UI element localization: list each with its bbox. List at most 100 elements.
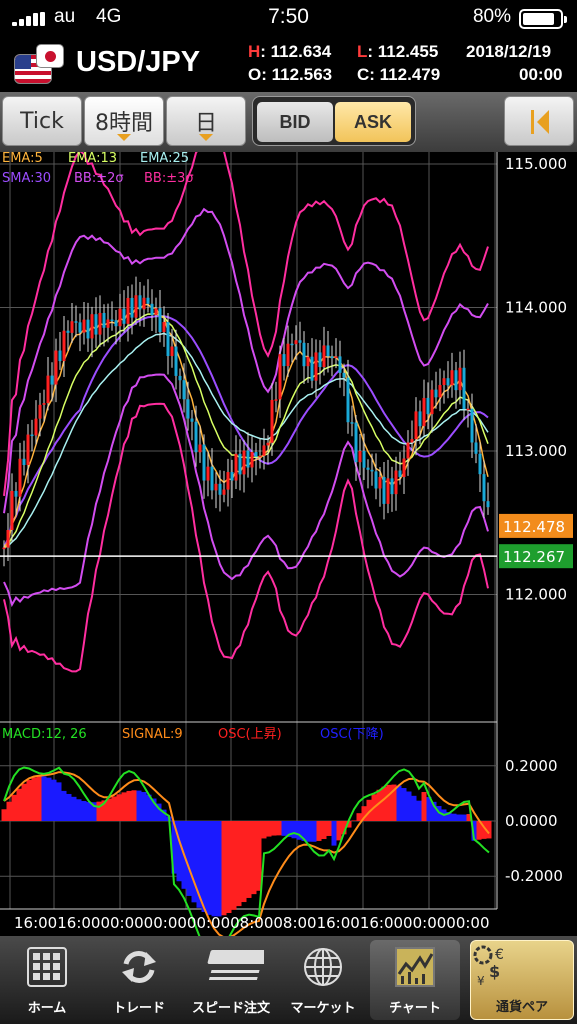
osc-bar (226, 821, 232, 914)
candle-body (210, 466, 214, 491)
osc-bar (206, 821, 212, 915)
candle-body (474, 442, 478, 454)
candle-body (102, 312, 106, 328)
candle-body (446, 378, 450, 386)
candle-body (482, 474, 486, 502)
candle-body (282, 354, 286, 367)
legend-item: OSC(下降) (320, 727, 384, 742)
battery-icon (519, 9, 567, 29)
ask-button[interactable]: ASK (335, 102, 411, 142)
osc-bar (116, 794, 122, 821)
candle-body (126, 297, 130, 324)
legend-item: SIGNAL:9 (122, 727, 183, 742)
tab-tick[interactable]: Tick (2, 96, 82, 146)
osc-bar (221, 821, 227, 916)
candle-body (270, 399, 274, 443)
osc-bar (6, 801, 12, 821)
osc-bar (256, 821, 262, 891)
candle-body (370, 469, 374, 472)
candle-body (358, 451, 362, 463)
osc-bar (401, 788, 407, 821)
candle-body (2, 547, 6, 550)
candle-body (478, 453, 482, 475)
candle-body (246, 450, 250, 468)
candle-body (38, 404, 42, 419)
candle-body (326, 345, 330, 357)
candle-body (158, 308, 162, 333)
candle-body (122, 308, 126, 324)
candle-body (198, 444, 202, 453)
osc-bar (56, 782, 62, 821)
osc-bar (381, 786, 387, 821)
tab-8-hours[interactable]: 8時間 (84, 96, 164, 146)
candle-body (214, 483, 218, 491)
candle-body (382, 477, 386, 504)
bb-lower-2-line (3, 373, 489, 608)
candle-body (310, 356, 314, 381)
nav-home[interactable]: ホーム (2, 940, 92, 1020)
candle-body (458, 367, 462, 391)
candle-body (118, 308, 122, 327)
candle-body (22, 458, 26, 466)
osc-bar (251, 821, 257, 895)
osc-bar (216, 821, 222, 917)
candle-body (266, 442, 270, 446)
speed-icon (207, 950, 264, 980)
osc-bar (461, 814, 467, 821)
low-price: L: 112.455 (357, 42, 439, 61)
candle-body (222, 489, 226, 495)
bid-ask-toggle: BID ASK (252, 96, 416, 146)
candle-body (106, 319, 110, 328)
candle-body (350, 422, 354, 424)
nav-currency-pair[interactable]: € $ ¥ 通貨ペア (470, 940, 574, 1020)
candle-body (114, 320, 118, 327)
dropdown-caret-icon (117, 134, 131, 141)
osc-bar (451, 813, 457, 821)
candle-body (402, 458, 406, 477)
osc-bar (416, 800, 422, 821)
candle-body (98, 312, 102, 335)
dropdown-caret-icon (199, 134, 213, 141)
collapse-arrow-button[interactable] (504, 96, 574, 146)
osc-bar (136, 790, 142, 821)
candle-body (438, 385, 442, 398)
bid-button[interactable]: BID (257, 102, 333, 142)
osc-bar (331, 821, 337, 846)
candle-body (442, 378, 446, 386)
osc-bar (336, 821, 342, 841)
candle-body (90, 314, 94, 339)
candle-body (62, 330, 66, 362)
open-price: O: 112.563 (248, 65, 333, 84)
osc-bar (31, 777, 37, 821)
candle-body (50, 375, 54, 385)
osc-bar (46, 777, 52, 821)
nav-market[interactable]: マーケット (278, 940, 368, 1020)
osc-bar (281, 821, 287, 836)
macd-legend: MACD:12, 26 SIGNAL:9 OSC(上昇) OSC(下降) (2, 727, 384, 742)
candle-body (10, 490, 14, 530)
candle-body (394, 470, 398, 495)
status-bar: au 4G 7:50 80% (0, 0, 577, 36)
candle-body (154, 308, 158, 315)
candle-body (354, 422, 358, 463)
candle-body (278, 354, 282, 400)
nav-trade[interactable]: トレード (94, 940, 184, 1020)
osc-bar (306, 821, 312, 842)
candle-body (254, 452, 258, 457)
candle-body (374, 471, 378, 489)
candle-body (450, 370, 454, 386)
fx-chart[interactable]: 115.000 114.000 113.000 112.000 112.478 112.2… (0, 152, 577, 936)
osc-bar (36, 776, 42, 821)
osc-bar (276, 821, 282, 836)
osc-bar (386, 784, 392, 821)
candle-body (42, 403, 46, 405)
nav-chart[interactable]: チャート (370, 940, 460, 1020)
candle-body (298, 340, 302, 343)
osc-bar (76, 799, 82, 821)
candle-body (486, 501, 490, 508)
candle-body (258, 455, 262, 458)
nav-speed-order[interactable]: スピード注文 (186, 940, 276, 1020)
close-price: C: 112.479 (357, 65, 441, 84)
tab-day[interactable]: 日 (166, 96, 246, 146)
bottom-navigation: ホーム トレード スピード注文 マーケット チャート € $ ¥ 通貨ペア (0, 936, 577, 1024)
